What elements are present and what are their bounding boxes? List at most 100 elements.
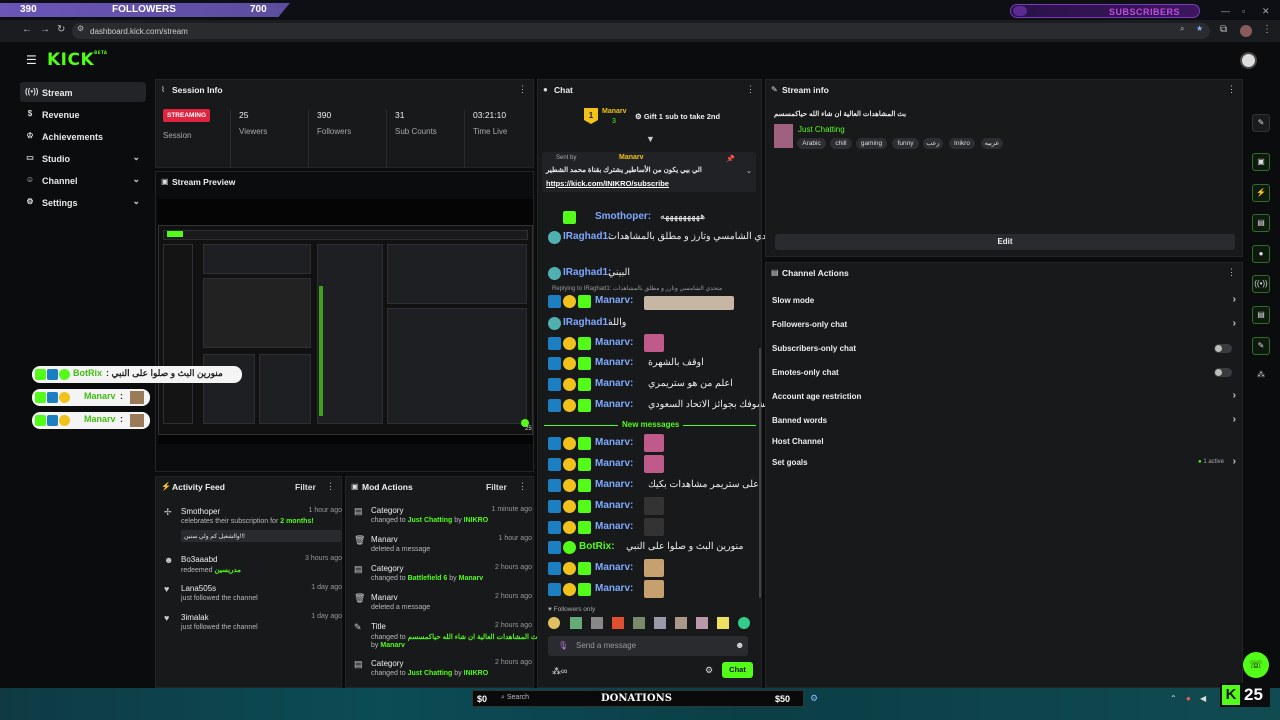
volume-icon[interactable]: ◀ bbox=[1200, 694, 1206, 703]
back-icon[interactable]: ← bbox=[22, 24, 32, 35]
site-info-icon[interactable]: ⚙ bbox=[77, 24, 84, 33]
stream-info-toggle-icon[interactable]: ✎ bbox=[1252, 337, 1270, 355]
tray-chevron-icon[interactable]: ⌃ bbox=[1170, 694, 1177, 703]
stream-preview-panel: ▣ Stream Preview 25 bbox=[155, 171, 534, 472]
donation-goal-bar: $0 ⌕ Search DONATIONS $50 bbox=[472, 690, 804, 707]
zoom-icon[interactable]: ⌕ bbox=[1180, 24, 1184, 34]
pinned-link[interactable]: https://kick.com/INIKRO/subscribe bbox=[546, 179, 669, 188]
more-options-icon[interactable]: ⋮ bbox=[518, 481, 527, 492]
apps-icon[interactable]: ⁂ bbox=[1252, 367, 1270, 385]
os-taskbar: $0 ⌕ Search DONATIONS $50 ⚙ ⌃ ● ◀ bbox=[0, 688, 1280, 720]
stream-tag[interactable]: Inikro bbox=[949, 138, 975, 149]
followers-only-row[interactable]: Followers-only chat › bbox=[772, 315, 1236, 335]
preview-channel-actions bbox=[387, 308, 527, 424]
browser-menu-icon[interactable]: ⋮ bbox=[1262, 24, 1272, 35]
emote-bar[interactable] bbox=[548, 617, 754, 631]
emotes-only-toggle[interactable] bbox=[1214, 368, 1232, 377]
chevron-down-icon[interactable]: ⌄ bbox=[746, 167, 752, 175]
subscribers-only-toggle[interactable] bbox=[1214, 344, 1232, 353]
sidebar-item-studio[interactable]: ▭ Studio ⌄ bbox=[20, 148, 146, 168]
category-link[interactable]: Just Chatting bbox=[798, 125, 845, 134]
slow-mode-row[interactable]: Slow mode › bbox=[772, 291, 1236, 311]
stream-tag[interactable]: عربيه bbox=[981, 138, 1003, 149]
sidebar-item-channel[interactable]: ☺ Channel ⌄ bbox=[20, 170, 146, 190]
gifter-rank-badge: 1 bbox=[584, 108, 598, 124]
session-toggle-icon[interactable]: ((•)) bbox=[1252, 275, 1270, 293]
more-options-icon[interactable]: ⋮ bbox=[1227, 267, 1236, 278]
emote-image bbox=[644, 334, 664, 352]
chat-input[interactable]: 🎙 Send a message ☻ bbox=[548, 636, 748, 656]
stream-tag[interactable]: gaming bbox=[856, 138, 887, 149]
stream-tag[interactable]: funny bbox=[892, 138, 919, 149]
stream-tag[interactable]: Arabic bbox=[797, 138, 826, 149]
chat-settings-icon[interactable]: ⚙ bbox=[705, 665, 713, 676]
sidebar-item-stream[interactable]: ((•)) Stream bbox=[20, 82, 146, 102]
broadcast-icon: ((•)) bbox=[25, 87, 39, 96]
chat-toggle-icon[interactable]: ● bbox=[1252, 245, 1270, 263]
taskbar-app-icon[interactable]: ⚙ bbox=[810, 693, 818, 704]
close-icon[interactable]: ✕ bbox=[1262, 6, 1270, 17]
overlay-chat-user: BotRix bbox=[73, 368, 102, 378]
kick-logo[interactable]: KICKBETA bbox=[47, 50, 107, 70]
points-icon[interactable]: ⁂∞ bbox=[552, 666, 567, 677]
stream-tag[interactable]: chill bbox=[830, 138, 852, 149]
edit-layout-icon[interactable]: ✎ bbox=[1252, 114, 1270, 132]
address-bar[interactable]: ⚙ dashboard.kick.com/stream ⌕ ★ bbox=[72, 23, 1210, 39]
heart-icon: ♥ bbox=[164, 613, 170, 623]
session-info-panel: ⌇ Session Info ⋮ STREAMING Session 25 Vie… bbox=[155, 79, 534, 168]
more-options-icon[interactable]: ⋮ bbox=[746, 84, 755, 95]
more-options-icon[interactable]: ⋮ bbox=[518, 84, 527, 95]
send-chat-button[interactable]: Chat bbox=[722, 662, 753, 678]
sidebar-item-achievements[interactable]: ♔ Achievements bbox=[20, 126, 146, 146]
sub-counts-stat: 31 Sub Counts bbox=[386, 110, 464, 168]
heart-icon: ♥ bbox=[164, 584, 170, 594]
collapse-icon[interactable]: ▼ bbox=[646, 134, 655, 144]
maximize-icon[interactable]: ▫ bbox=[1242, 6, 1245, 16]
activity-toggle-icon[interactable]: ⚡ bbox=[1252, 184, 1270, 202]
category-icon: ▤ bbox=[354, 564, 363, 574]
pin-icon[interactable]: 📌 bbox=[726, 155, 735, 163]
profile-avatar[interactable] bbox=[1240, 25, 1252, 37]
panel-title: Chat bbox=[554, 85, 573, 95]
hamburger-menu-icon[interactable]: ☰ bbox=[26, 53, 37, 67]
taskbar-search[interactable]: ⌕ Search bbox=[501, 694, 529, 702]
more-options-icon[interactable]: ⋮ bbox=[326, 481, 335, 492]
activity-filter-button[interactable]: Filter bbox=[295, 482, 316, 492]
mod-toggle-icon[interactable]: ▤ bbox=[1252, 214, 1270, 232]
tray-app-icon[interactable]: ● bbox=[1186, 694, 1191, 703]
follower-goal-bar: 390 FOLLOWERS 700 bbox=[0, 3, 290, 17]
stream-preview-video[interactable]: 25 bbox=[158, 199, 533, 444]
actions-toggle-icon[interactable]: ▤ bbox=[1252, 306, 1270, 324]
stream-tag[interactable]: رعب bbox=[923, 138, 943, 149]
top-gifter-name[interactable]: Manarv bbox=[602, 108, 627, 115]
category-icon: ▤ bbox=[354, 506, 363, 516]
preview-toggle-icon[interactable]: ▣ bbox=[1252, 153, 1270, 171]
gift-sub-button[interactable]: ⚙ Gift 1 sub to take 2nd bbox=[635, 112, 720, 121]
subscribers-only-row: Subscribers-only chat bbox=[772, 339, 1236, 359]
edit-stream-info-button[interactable]: Edit bbox=[775, 234, 1235, 250]
user-avatar[interactable] bbox=[1240, 52, 1257, 69]
account-age-row[interactable]: Account age restriction › bbox=[772, 387, 1236, 407]
set-goals-row[interactable]: Set goals ● 1 active › bbox=[772, 453, 1236, 473]
chat-scrollbar[interactable] bbox=[759, 348, 761, 598]
reload-icon[interactable]: ↻ bbox=[57, 24, 65, 35]
studio-icon: ▭ bbox=[26, 153, 34, 162]
extensions-icon[interactable]: ⧉ bbox=[1220, 24, 1227, 35]
preview-chat bbox=[317, 244, 383, 424]
support-chat-button[interactable]: ☏ bbox=[1243, 652, 1269, 678]
bookmark-star-icon[interactable]: ★ bbox=[1196, 24, 1203, 33]
chevron-right-icon: › bbox=[1232, 456, 1236, 467]
kick-k-icon: K bbox=[1222, 685, 1240, 705]
mod-filter-button[interactable]: Filter bbox=[486, 482, 507, 492]
minimize-icon[interactable]: — bbox=[1221, 6, 1230, 16]
more-options-icon[interactable]: ⋮ bbox=[1227, 84, 1236, 95]
banned-words-row[interactable]: Banned words › bbox=[772, 411, 1236, 431]
emoji-icon[interactable]: ☻ bbox=[735, 640, 744, 650]
mic-icon[interactable]: 🎙 bbox=[558, 641, 568, 650]
new-messages-label[interactable]: New messages bbox=[618, 420, 684, 429]
forward-icon[interactable]: → bbox=[40, 24, 50, 35]
panel-title: Channel Actions bbox=[782, 268, 849, 278]
sidebar-item-revenue[interactable]: $ Revenue bbox=[20, 104, 146, 124]
host-channel-row[interactable]: Host Channel bbox=[772, 432, 1236, 452]
sidebar-item-settings[interactable]: ⚙ Settings ⌄ bbox=[20, 192, 146, 212]
